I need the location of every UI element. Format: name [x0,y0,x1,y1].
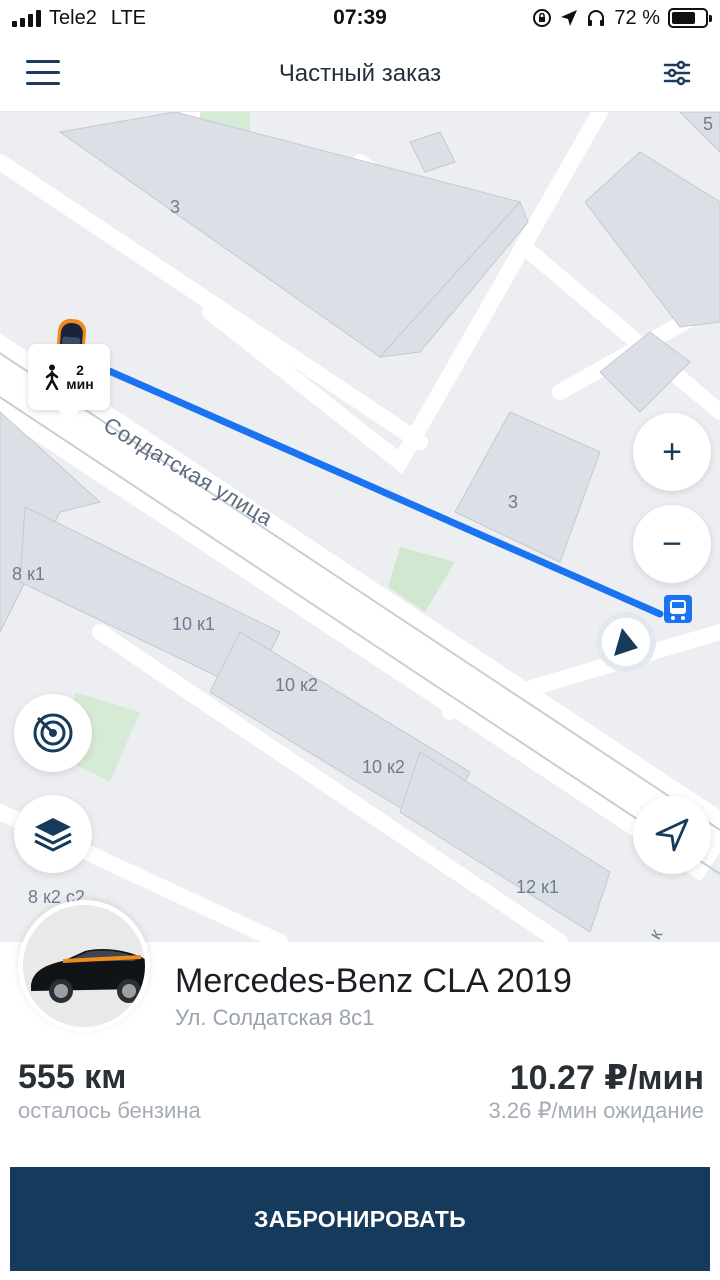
status-right: 72 % [532,6,712,30]
building-label: 3 [170,197,181,217]
zoom-in-label: + [662,433,682,471]
battery-percent: 72 % [614,6,660,29]
building-label: 8 к1 [12,564,45,584]
navigation-arrow-icon [655,818,689,852]
building-label: 10 к2 [362,757,405,777]
location-arrow-icon [561,10,578,26]
fuel-range-value: 555 км [18,1058,127,1096]
headphones-icon [588,10,605,26]
building-label: 10 к2 [275,675,318,695]
rotation-lock-icon [533,9,552,27]
app-header: Частный заказ [0,36,720,112]
zoom-out-label: − [662,525,682,563]
my-location-button[interactable] [633,796,711,874]
walking-person-icon [46,364,59,390]
car-address: Ул. Солдатская 8с1 [175,1005,375,1030]
radar-button[interactable] [14,694,92,772]
layers-icon [34,818,72,852]
walk-time-bubble: 2 мин [28,344,110,410]
status-bar: Tele2 LTE 07:39 72 % [0,0,720,36]
walk-time-value: 2 [76,362,84,378]
rate-per-minute: 10.27 ₽/мин [509,1059,704,1097]
building-label: 10 к1 [172,614,215,634]
bus-stop-icon [664,595,692,623]
building-label: 3 [508,492,519,512]
book-button[interactable]: ЗАБРОНИРОВАТЬ [10,1167,710,1271]
walk-time-unit: мин [66,376,94,392]
waiting-rate: 3.26 ₽/мин ожидание [488,1098,704,1123]
zoom-out-button[interactable]: − [633,505,711,583]
map-canvas [0,112,720,942]
fuel-range-label: осталось бензина [18,1098,201,1123]
sliders-icon[interactable] [662,58,692,88]
car-model-title: Mercedes-Benz CLA 2019 [175,962,572,1000]
battery-icon [668,8,712,28]
radar-icon [33,713,73,753]
building-label: 5 [703,114,714,134]
layers-button[interactable] [14,795,92,873]
zoom-in-button[interactable]: + [633,413,711,491]
map-view[interactable]: 3 3 5 8 к1 10 к1 10 к2 10 к2 12 к1 8 к2 … [0,112,720,942]
car-image [23,905,145,1027]
building-label: 12 к1 [516,877,559,897]
page-title: Частный заказ [278,60,442,87]
car-photo [18,900,150,1032]
